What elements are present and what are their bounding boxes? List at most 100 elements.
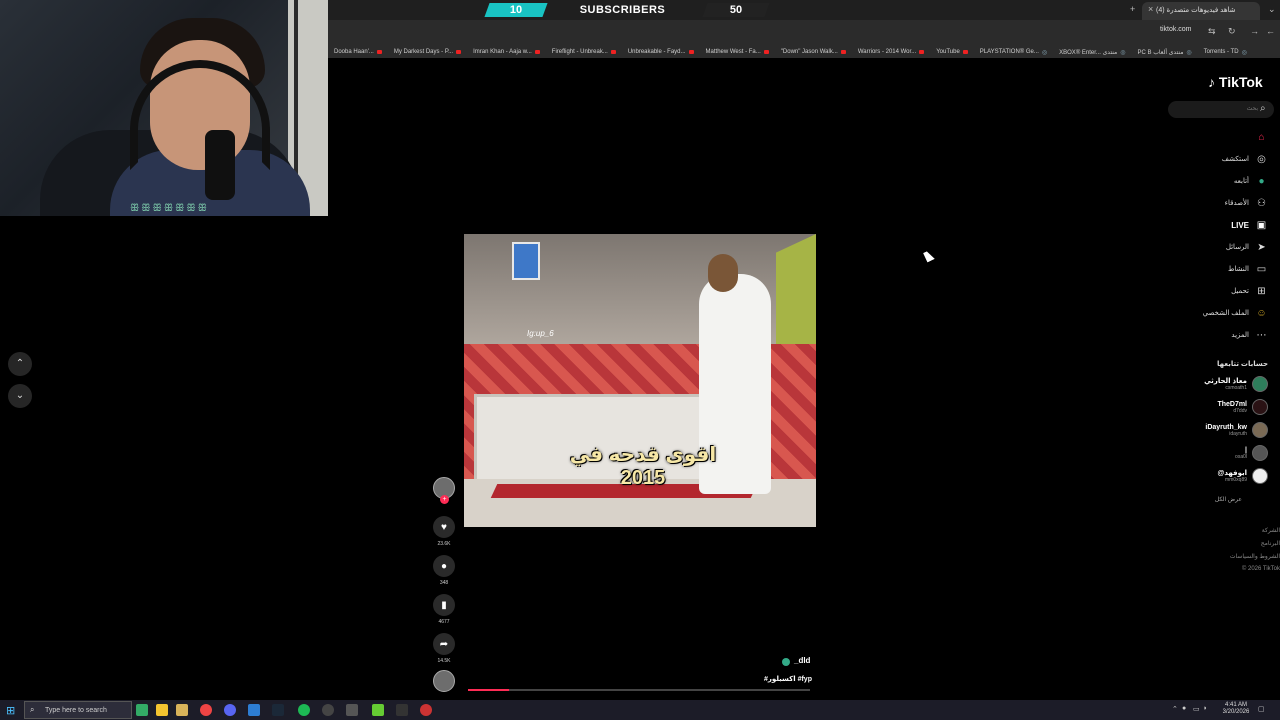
comment-button[interactable]: ● 348 (433, 555, 455, 586)
following-account[interactable]: | osa0l (1235, 445, 1268, 461)
sidebar-item-avatar[interactable]: أتابعه ● (1234, 174, 1268, 188)
network-icon[interactable]: ▭ (1193, 705, 1200, 713)
footer-link[interactable]: © 2026 TikTok (1242, 566, 1280, 572)
video-watermark: Ig:up_6 (527, 329, 554, 338)
video-caption: اقوى قدحه في 2015 (569, 444, 717, 489)
profile-icon: ☺ (1256, 307, 1267, 319)
sidebar-item-live[interactable]: LIVE ▣ (1231, 218, 1268, 232)
folder-icon[interactable] (176, 704, 188, 716)
previous-video-button[interactable]: ⌃ (8, 352, 32, 376)
next-video-button[interactable]: ⌄ (8, 384, 32, 408)
save-button[interactable]: ▮ 4677 (433, 594, 455, 625)
widgets-icon[interactable] (136, 704, 148, 716)
address-bar[interactable] (328, 20, 1280, 42)
close-tab-icon[interactable]: × (1148, 4, 1153, 14)
sidebar-item-message[interactable]: النشاط ▭ (1228, 262, 1268, 276)
share-button[interactable]: ➦ 14.5K (433, 633, 455, 664)
back-icon[interactable]: ← (1266, 26, 1275, 36)
sidebar-item-label: الملف الشخصي (1202, 310, 1249, 317)
following-account[interactable]: @ابوفهد mm0xq89 (1217, 468, 1268, 484)
following-account[interactable]: iDayruth_kw idayruth (1205, 422, 1268, 438)
file-icon[interactable] (156, 704, 168, 716)
chevron-up-icon[interactable]: ⌃ (1172, 705, 1178, 713)
tab-active[interactable]: شاهد فيديوهات متصدرة (4) (1142, 2, 1260, 20)
sidebar-item-compass[interactable]: استكشف ◎ (1222, 152, 1268, 166)
account-name: معاذ الحارثي (1204, 378, 1247, 385)
app-icon[interactable] (248, 704, 260, 716)
bookmark-label: PC B منتدى ألعاب (1137, 49, 1184, 56)
following-account[interactable]: معاذ الحارثي csmoath1 (1204, 376, 1268, 392)
sidebar-item-friends[interactable]: الأصدقاء ⚇ (1225, 196, 1268, 210)
account-name: | (1245, 446, 1247, 454)
mic-icon[interactable]: ● (1182, 705, 1186, 712)
tab-menu-icon[interactable]: ⌄ (1268, 4, 1276, 15)
bookmark-label: PLAYSTATION® Ge... (979, 49, 1039, 55)
message-icon: ▭ (1256, 263, 1267, 275)
bookmark-item[interactable]: PC B منتدى ألعاب ◎ (1132, 42, 1198, 58)
steam-icon[interactable] (272, 704, 284, 716)
search-input[interactable]: بحث (1168, 101, 1274, 118)
sidebar-item-label: الأصدقاء (1224, 200, 1249, 207)
video-progress-track[interactable] (468, 689, 810, 691)
follow-plus-icon[interactable]: + (440, 495, 449, 504)
youtube-icon (688, 50, 694, 54)
sound-disc-avatar[interactable] (433, 670, 455, 692)
search-icon[interactable]: ⌕ (1260, 103, 1266, 114)
video-hashtags[interactable]: #اكسبلور #fyp (764, 675, 812, 683)
youtube-icon (840, 50, 846, 54)
new-tab-icon[interactable]: + (1130, 4, 1135, 14)
bookmark-item[interactable]: Torrents - TD ◎ (1198, 42, 1253, 58)
bookmark-item[interactable]: Imran Khan - Aaja w... (467, 42, 546, 58)
forward-icon[interactable]: → (1250, 26, 1259, 36)
bookmark-item[interactable]: Matthew West - Fa... (700, 42, 775, 58)
compass-icon: ◎ (1257, 153, 1266, 165)
bookmark-item[interactable]: YouTube (930, 42, 974, 58)
clock-time: 4:41 AM (1224, 702, 1247, 708)
reload-icon[interactable]: ↻ (1228, 26, 1236, 37)
bookmark-item[interactable]: Fireflight - Unbreak... (546, 42, 622, 58)
footer-link[interactable]: الشروط والسياسات (1230, 553, 1280, 560)
tiktok-logo[interactable]: ♪ TikTok (1208, 74, 1263, 90)
url-text[interactable]: tiktok.com (1160, 26, 1192, 33)
windows-start-icon[interactable]: ⊞ (6, 704, 15, 717)
notification-icon[interactable]: ▢ (1258, 705, 1265, 713)
taskbar-search-input[interactable]: Type here to search (24, 701, 132, 719)
bookmark-item[interactable]: XBOX® Enter... منتدى ◎ (1053, 42, 1131, 58)
friends-icon: ⚇ (1257, 197, 1266, 209)
translate-icon[interactable]: ⇆ (1208, 26, 1216, 37)
app-icon[interactable] (420, 704, 432, 716)
footer-link[interactable]: البرنامج (1261, 540, 1280, 547)
chrome-icon[interactable] (200, 704, 212, 716)
bookmark-item[interactable]: Warriors - 2014 Wor... (852, 42, 930, 58)
bookmark-item[interactable]: Unbreakable - Fayd... (622, 42, 700, 58)
account-handle: csmoath1 (1225, 385, 1247, 391)
following-account[interactable]: TheD7ml d7ddv (1217, 399, 1268, 415)
obs-icon[interactable] (322, 704, 334, 716)
app-icon[interactable] (396, 704, 408, 716)
bookmark-item[interactable]: Dooba Haan'... (328, 42, 388, 58)
sidebar-item-profile[interactable]: الملف الشخصي ☺ (1203, 306, 1268, 320)
bookmark-label: Matthew West - Fa... (705, 49, 761, 55)
app-icon[interactable] (346, 704, 358, 716)
bookmark-label: XBOX® Enter... منتدى (1059, 49, 1118, 56)
see-all-link[interactable]: عرض الكل (1215, 496, 1242, 503)
play-icon[interactable] (372, 704, 384, 716)
account-handle: d7ddv (1233, 407, 1247, 414)
globe-icon: ◎ (1041, 49, 1048, 56)
bookmark-item[interactable]: PLAYSTATION® Ge... ◎ (974, 42, 1053, 58)
spotify-icon[interactable] (298, 704, 310, 716)
sidebar-item-more[interactable]: المزيد ⋯ (1231, 328, 1268, 342)
sidebar-item-home[interactable]: ⌂ (1249, 130, 1268, 144)
bookmark-item[interactable]: "Down" Jason Walk... (775, 42, 852, 58)
discord-icon[interactable] (224, 704, 236, 716)
like-button[interactable]: ♥ 23.6K (433, 516, 455, 547)
footer-link[interactable]: الشركة (1262, 527, 1280, 534)
author-name[interactable]: _dld (794, 656, 810, 665)
volume-icon[interactable]: ◗ (1203, 705, 1207, 712)
sidebar-item-plus-square[interactable]: تحميل ⊞ (1231, 284, 1268, 298)
sidebar-item-send[interactable]: الرسائل ➤ (1226, 240, 1268, 254)
youtube-icon (610, 50, 616, 54)
bookmark-item[interactable]: My Darkest Days - P... (388, 42, 467, 58)
account-name: @ابوفهد (1217, 470, 1248, 477)
taskbar-clock[interactable]: 4:41 AM 3/20/2026 (1222, 702, 1250, 716)
